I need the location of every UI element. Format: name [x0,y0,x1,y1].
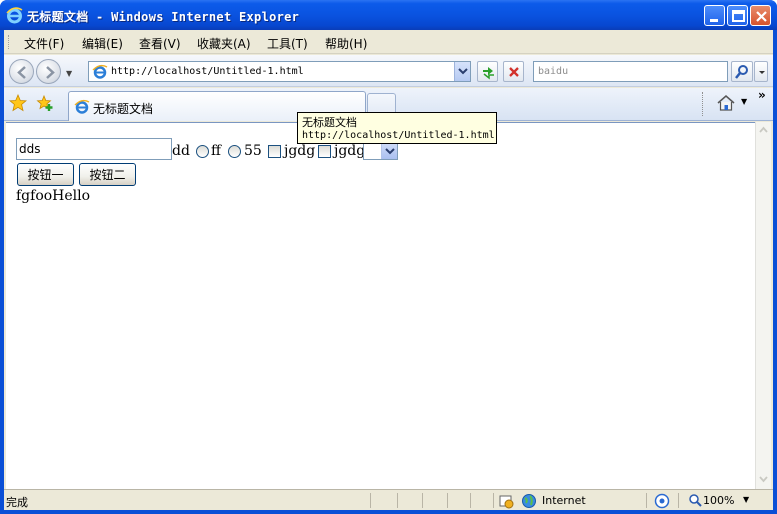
browser-window: 无标题文档 - Windows Internet Explorer 文件(F) … [0,0,777,514]
status-text: 完成 [6,496,28,509]
navigation-bar: ▼ http://localhost/Untitled-1.html baidu [4,55,773,87]
scroll-down-button[interactable] [756,471,771,487]
security-zone-label: Internet [542,494,586,507]
menu-favorites[interactable]: 收藏夹(A) [197,35,251,52]
toolbar-grip [702,92,703,116]
status-separator [646,493,647,508]
checkbox-jgdg-1-label: jgdg [284,143,316,159]
menu-edit[interactable]: 编辑(E) [82,35,123,52]
text-input[interactable] [16,138,172,160]
radio-55-label: 55 [244,143,262,159]
forward-button[interactable] [36,59,61,84]
tooltip-url: http://localhost/Untitled-1.html [302,130,495,141]
internet-globe-icon [522,494,536,508]
ie-logo-icon [6,7,23,24]
maximize-button[interactable] [727,5,748,26]
scroll-down-icon [759,476,768,483]
search-options-button[interactable] [754,61,768,82]
search-icon [735,65,748,79]
menu-tools[interactable]: 工具(T) [267,35,308,52]
home-dropdown-icon[interactable]: ▼ [741,97,747,106]
select-dropdown-button[interactable] [381,143,397,159]
radio-ff[interactable] [196,145,209,158]
forward-arrow-icon [46,66,55,79]
label-dd: dd [172,143,190,159]
status-separator [422,493,423,508]
favorites-star-icon[interactable] [9,94,27,112]
tab-tooltip: 无标题文档 http://localhost/Untitled-1.html [297,112,497,144]
page-content: dd ff 55 jgdg jgdg 按钮一 按钮二 fgfooHello [6,122,755,489]
zoom-level[interactable]: 100% [703,494,734,507]
menu-bar: 文件(F) 编辑(E) 查看(V) 收藏夹(A) 工具(T) 帮助(H) [4,30,773,54]
select-dropdown[interactable] [363,142,398,160]
back-arrow-icon [17,66,26,79]
refresh-button[interactable] [477,61,498,82]
stop-button[interactable] [503,61,524,82]
refresh-icon [483,67,494,80]
checkbox-jgdg-2-label: jgdg [334,143,366,159]
status-separator [678,493,679,508]
status-separator [370,493,371,508]
tooltip-title: 无标题文档 [302,116,357,129]
output-text: fgfooHello [16,188,91,204]
status-separator [493,493,494,508]
popup-blocker-icon[interactable] [654,493,670,509]
button-one[interactable]: 按钮一 [17,163,74,186]
button-two[interactable]: 按钮二 [79,163,136,186]
title-bar[interactable]: 无标题文档 - Windows Internet Explorer [0,0,777,30]
menu-grip[interactable] [8,35,11,49]
search-button[interactable] [731,61,753,82]
search-input-text: baidu [538,66,569,77]
chevron-down-icon [385,148,395,155]
protected-mode-icon[interactable] [498,493,514,509]
scroll-up-icon [759,126,768,133]
status-separator [470,493,471,508]
address-bar[interactable]: http://localhost/Untitled-1.html [88,61,471,82]
chevron-down-icon [458,68,468,75]
tab-title: 无标题文档 [93,102,154,116]
address-dropdown-button[interactable] [454,62,470,81]
home-icon[interactable] [716,94,736,112]
zoom-dropdown-icon[interactable]: ▼ [743,495,749,504]
vertical-scrollbar[interactable] [755,122,771,489]
tab-ie-icon [74,99,90,114]
minimize-icon [710,19,718,22]
add-favorite-icon[interactable] [36,94,54,112]
browser-client-area: 文件(F) 编辑(E) 查看(V) 收藏夹(A) 工具(T) 帮助(H) ▼ h… [4,30,773,510]
status-separator [447,493,448,508]
window-title: 无标题文档 - Windows Internet Explorer [27,10,300,24]
menu-view[interactable]: 查看(V) [139,35,181,52]
close-window-button[interactable] [750,5,771,26]
back-button[interactable] [9,59,34,84]
maximize-icon [732,10,745,22]
radio-55[interactable] [228,145,241,158]
checkbox-jgdg-1[interactable] [268,145,281,158]
address-url: http://localhost/Untitled-1.html [111,66,304,77]
zoom-icon [689,494,702,507]
page-ie-icon [92,64,108,79]
status-bar: 完成 Internet 100% ▼ [4,489,773,510]
checkbox-jgdg-2[interactable] [318,145,331,158]
minimize-button[interactable] [704,5,725,26]
menu-help[interactable]: 帮助(H) [325,35,367,52]
toolbar-overflow-icon[interactable]: » [758,88,766,102]
chevron-down-icon [759,71,765,74]
status-separator [397,493,398,508]
scroll-up-button[interactable] [756,122,771,138]
close-icon [756,11,767,22]
history-dropdown-icon[interactable]: ▼ [66,69,72,78]
stop-icon [509,67,519,77]
radio-ff-label: ff [211,143,221,159]
search-input[interactable]: baidu [533,61,728,82]
menu-file[interactable]: 文件(F) [24,35,64,52]
